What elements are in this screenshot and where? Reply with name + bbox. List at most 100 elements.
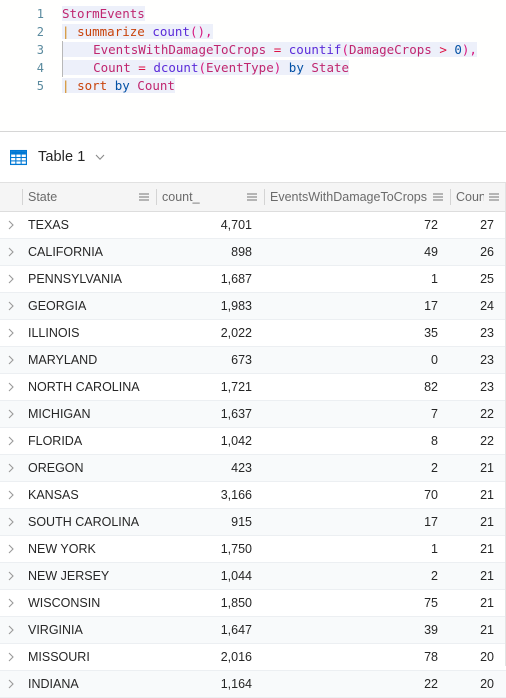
cell-state[interactable]: CALIFORNIA: [22, 239, 156, 265]
results-grid[interactable]: Statecount_EventsWithDamageToCropsCount …: [0, 182, 506, 698]
cell-state[interactable]: MARYLAND: [22, 347, 156, 373]
table-row[interactable]: MICHIGAN1,637722: [0, 401, 506, 428]
cell-count-[interactable]: 1,044: [156, 563, 264, 589]
cell-count-[interactable]: 1,750: [156, 536, 264, 562]
cell-eventswithdamagetocrops[interactable]: 75: [264, 590, 450, 616]
table-row[interactable]: SOUTH CAROLINA9151721: [0, 509, 506, 536]
cell-eventswithdamagetocrops[interactable]: 22: [264, 671, 450, 697]
cell-count-[interactable]: 898: [156, 239, 264, 265]
table-row[interactable]: CALIFORNIA8984926: [0, 239, 506, 266]
cell-count-[interactable]: 1,850: [156, 590, 264, 616]
row-expand-button[interactable]: [0, 401, 22, 427]
row-expand-button[interactable]: [0, 455, 22, 481]
code-text[interactable]: Count = dcount(EventType) by State: [56, 59, 506, 77]
cell-state[interactable]: MICHIGAN: [22, 401, 156, 427]
cell-count-[interactable]: 423: [156, 455, 264, 481]
cell-state[interactable]: MISSOURI: [22, 644, 156, 670]
cell-count[interactable]: 26: [450, 239, 506, 265]
cell-state[interactable]: NEW JERSEY: [22, 563, 156, 589]
cell-eventswithdamagetocrops[interactable]: 17: [264, 293, 450, 319]
cell-count-[interactable]: 4,701: [156, 212, 264, 238]
code-text[interactable]: | summarize count(),: [56, 23, 506, 41]
table-row[interactable]: TEXAS4,7017227: [0, 212, 506, 239]
row-expand-button[interactable]: [0, 644, 22, 670]
table-row[interactable]: MARYLAND673023: [0, 347, 506, 374]
row-expand-button[interactable]: [0, 266, 22, 292]
table-row[interactable]: OREGON423221: [0, 455, 506, 482]
results-tab-label[interactable]: Table 1: [38, 149, 85, 165]
cell-state[interactable]: ILLINOIS: [22, 320, 156, 346]
cell-count[interactable]: 21: [450, 617, 506, 643]
table-row[interactable]: ILLINOIS2,0223523: [0, 320, 506, 347]
cell-state[interactable]: TEXAS: [22, 212, 156, 238]
code-line[interactable]: 3 EventsWithDamageToCrops = countif(Dama…: [0, 41, 506, 59]
cell-count-[interactable]: 1,042: [156, 428, 264, 454]
cell-count[interactable]: 21: [450, 536, 506, 562]
cell-count[interactable]: 21: [450, 482, 506, 508]
cell-count[interactable]: 24: [450, 293, 506, 319]
cell-count-[interactable]: 1,983: [156, 293, 264, 319]
cell-eventswithdamagetocrops[interactable]: 8: [264, 428, 450, 454]
row-expand-button[interactable]: [0, 482, 22, 508]
cell-eventswithdamagetocrops[interactable]: 2: [264, 455, 450, 481]
cell-eventswithdamagetocrops[interactable]: 1: [264, 536, 450, 562]
table-row[interactable]: FLORIDA1,042822: [0, 428, 506, 455]
row-expand-button[interactable]: [0, 428, 22, 454]
table-row[interactable]: KANSAS3,1667021: [0, 482, 506, 509]
table-row[interactable]: NEW YORK1,750121: [0, 536, 506, 563]
cell-count-[interactable]: 1,637: [156, 401, 264, 427]
table-row[interactable]: WISCONSIN1,8507521: [0, 590, 506, 617]
row-expand-button[interactable]: [0, 590, 22, 616]
cell-eventswithdamagetocrops[interactable]: 35: [264, 320, 450, 346]
cell-count[interactable]: 20: [450, 644, 506, 670]
code-line[interactable]: 4 Count = dcount(EventType) by State: [0, 59, 506, 77]
cell-state[interactable]: GEORGIA: [22, 293, 156, 319]
column-menu-icon[interactable]: [488, 191, 500, 203]
cell-eventswithdamagetocrops[interactable]: 0: [264, 347, 450, 373]
cell-count-[interactable]: 2,016: [156, 644, 264, 670]
cell-eventswithdamagetocrops[interactable]: 78: [264, 644, 450, 670]
cell-state[interactable]: PENNSYLVANIA: [22, 266, 156, 292]
row-expand-button[interactable]: [0, 347, 22, 373]
cell-count[interactable]: 25: [450, 266, 506, 292]
cell-count[interactable]: 23: [450, 374, 506, 400]
cell-count-[interactable]: 673: [156, 347, 264, 373]
cell-eventswithdamagetocrops[interactable]: 82: [264, 374, 450, 400]
cell-count[interactable]: 21: [450, 509, 506, 535]
cell-eventswithdamagetocrops[interactable]: 70: [264, 482, 450, 508]
cell-eventswithdamagetocrops[interactable]: 1: [264, 266, 450, 292]
row-expand-button[interactable]: [0, 671, 22, 697]
cell-count[interactable]: 27: [450, 212, 506, 238]
code-lines[interactable]: 1StormEvents2| summarize count(),3 Event…: [0, 5, 506, 95]
row-expand-button[interactable]: [0, 509, 22, 535]
cell-count[interactable]: 22: [450, 428, 506, 454]
cell-count-[interactable]: 1,687: [156, 266, 264, 292]
column-menu-icon[interactable]: [432, 191, 444, 203]
cell-state[interactable]: INDIANA: [22, 671, 156, 697]
cell-eventswithdamagetocrops[interactable]: 7: [264, 401, 450, 427]
grid-body[interactable]: TEXAS4,7017227CALIFORNIA8984926PENNSYLVA…: [0, 212, 506, 698]
cell-count[interactable]: 21: [450, 455, 506, 481]
cell-count[interactable]: 23: [450, 320, 506, 346]
cell-count[interactable]: 20: [450, 671, 506, 697]
cell-count-[interactable]: 2,022: [156, 320, 264, 346]
column-header-count-[interactable]: count_: [156, 183, 264, 211]
cell-state[interactable]: NORTH CAROLINA: [22, 374, 156, 400]
cell-state[interactable]: NEW YORK: [22, 536, 156, 562]
chevron-down-icon[interactable]: [85, 151, 106, 163]
grid-column-header-row[interactable]: Statecount_EventsWithDamageToCropsCount: [0, 183, 506, 212]
cell-count-[interactable]: 1,647: [156, 617, 264, 643]
cell-state[interactable]: FLORIDA: [22, 428, 156, 454]
code-line[interactable]: 5| sort by Count: [0, 77, 506, 95]
row-expand-button[interactable]: [0, 374, 22, 400]
code-text[interactable]: | sort by Count: [56, 77, 506, 95]
row-expand-button[interactable]: [0, 536, 22, 562]
cell-count[interactable]: 21: [450, 563, 506, 589]
cell-count-[interactable]: 915: [156, 509, 264, 535]
cell-state[interactable]: SOUTH CAROLINA: [22, 509, 156, 535]
column-menu-icon[interactable]: [138, 191, 150, 203]
code-text[interactable]: EventsWithDamageToCrops = countif(Damage…: [56, 41, 506, 59]
column-menu-icon[interactable]: [246, 191, 258, 203]
cell-state[interactable]: VIRGINIA: [22, 617, 156, 643]
code-line[interactable]: 1StormEvents: [0, 5, 506, 23]
